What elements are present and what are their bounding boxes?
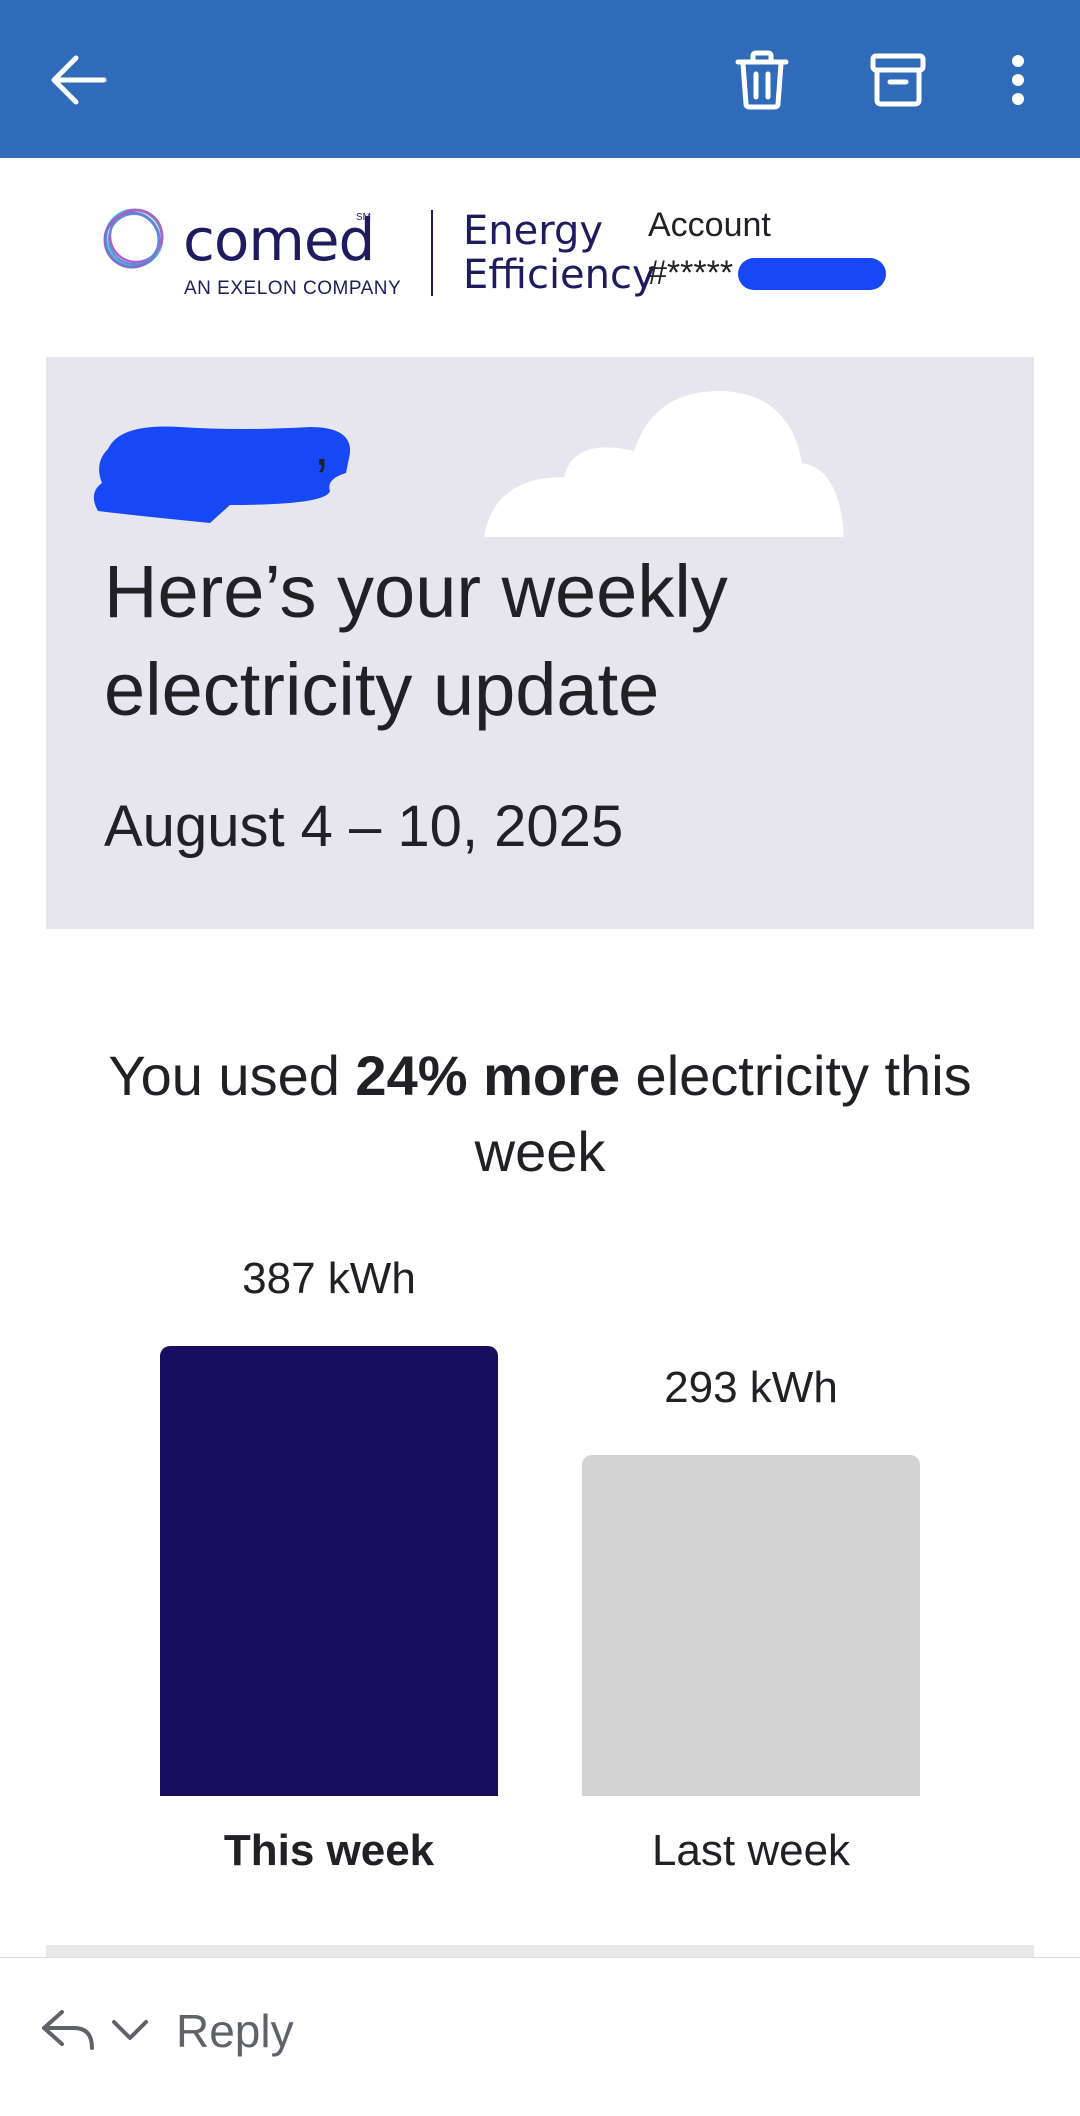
weekly-update-banner: , Here’s your weekly electricity update …: [46, 357, 1034, 929]
service-mark: SM: [356, 212, 371, 223]
bar-value-label: 387 kWh: [242, 1254, 416, 1303]
comed-wordmark: comed: [183, 206, 375, 274]
bar-category-label: This week: [223, 1826, 435, 1875]
reply-bar: Reply: [0, 1957, 1080, 2116]
account-label: Account: [648, 206, 771, 244]
comed-logo-icon: [103, 208, 164, 269]
trash-icon: [735, 50, 789, 110]
redaction-mark: [93, 426, 350, 523]
usage-summary-pre: You used: [108, 1044, 356, 1107]
usage-summary-highlight: 24% more: [355, 1044, 620, 1107]
greeting-comma: ,: [314, 414, 330, 477]
date-range: August 4 – 10, 2025: [104, 794, 624, 859]
cloud-illustration: [484, 390, 844, 537]
reply-button[interactable]: Reply: [176, 2004, 294, 2058]
reply-icon[interactable]: [40, 2008, 96, 2054]
content-divider: [46, 1945, 1034, 1957]
program-name-line2: Efficiency: [463, 252, 656, 298]
bar-value-label: 293 kWh: [664, 1363, 838, 1413]
app-bar: [0, 0, 1080, 158]
bar-last-week: [582, 1455, 920, 1796]
more-options-button[interactable]: [988, 42, 1048, 118]
bar-this-week: [160, 1346, 498, 1796]
brand-divider: [431, 210, 433, 296]
email-brand-header: comed SM AN EXELON COMPANY Energy Effici…: [0, 158, 1080, 358]
bar-category-label: Last week: [651, 1826, 851, 1875]
chevron-down-icon[interactable]: [110, 2014, 150, 2044]
more-vert-icon: [1012, 55, 1024, 105]
back-arrow-icon: [51, 55, 107, 105]
archive-button[interactable]: [858, 42, 938, 118]
logo-subtitle: AN EXELON COMPANY: [184, 278, 402, 299]
delete-button[interactable]: [724, 42, 800, 118]
program-name-line1: Energy: [463, 208, 604, 254]
usage-summary: You used 24% more electricity this week: [80, 1038, 1000, 1190]
back-button[interactable]: [36, 44, 120, 116]
email-headline: Here’s your weekly electricity update: [104, 550, 728, 731]
account-number: #*****: [648, 254, 734, 292]
archive-icon: [870, 53, 926, 107]
usage-bar-chart: 387 kWh This week 293 kWh Last week: [0, 1230, 1080, 1910]
redaction-mark: [738, 258, 886, 290]
